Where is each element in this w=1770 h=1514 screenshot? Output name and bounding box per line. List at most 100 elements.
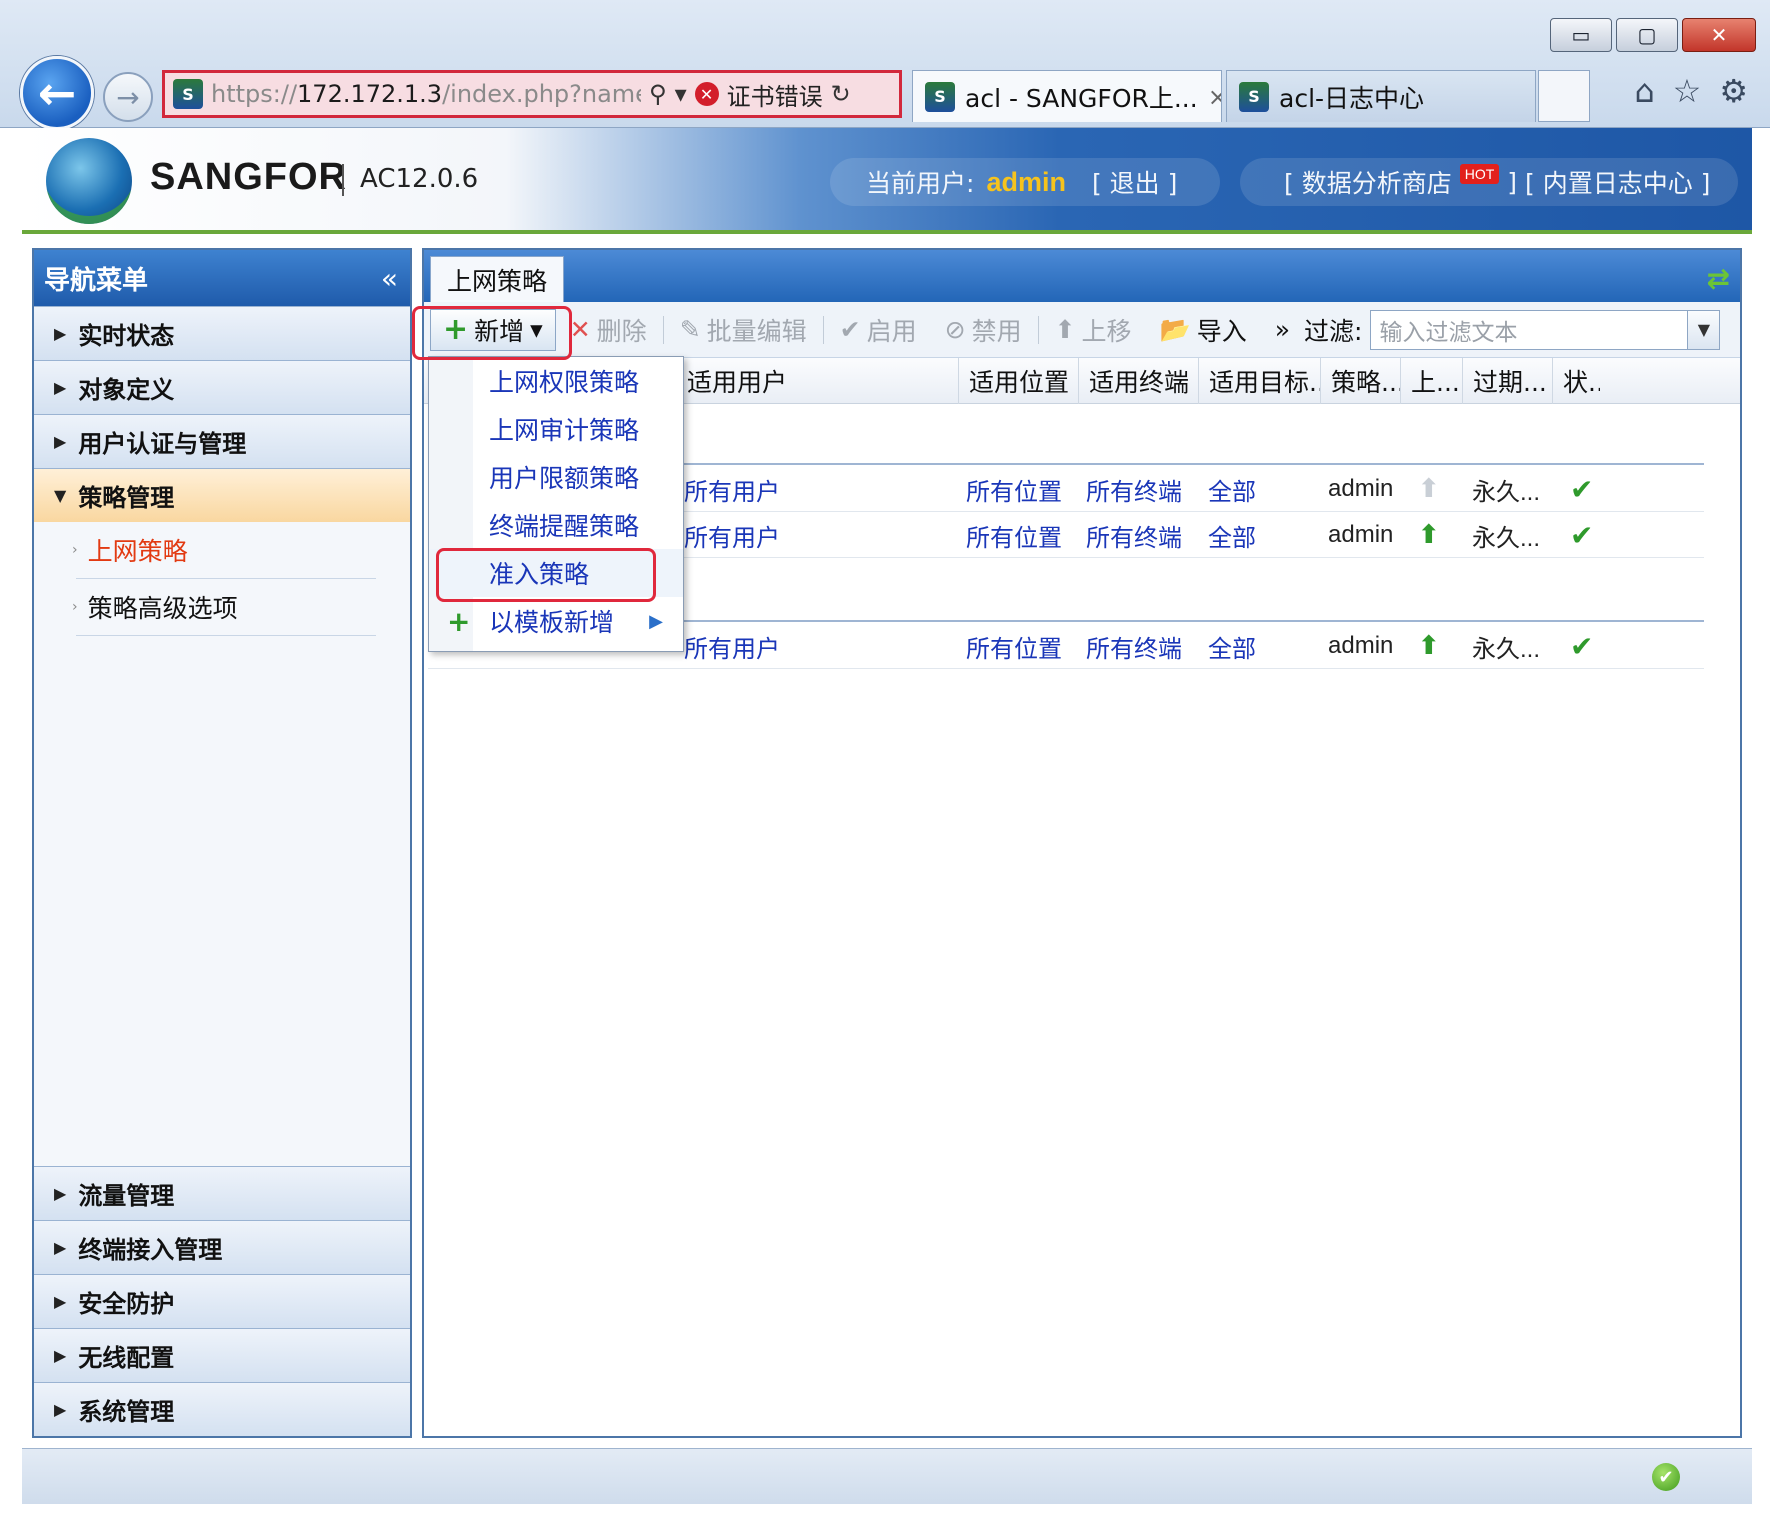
refresh-arrows-icon[interactable]: ⇄: [1707, 262, 1730, 295]
logout-link[interactable]: [ 退出 ]: [1092, 164, 1177, 200]
triangle-right-icon: ▶: [54, 378, 67, 397]
refresh-icon[interactable]: ↻: [831, 80, 851, 108]
cell-move-up[interactable]: ⬆: [1418, 512, 1440, 558]
column-header-policy[interactable]: 策略...: [1320, 358, 1400, 404]
nav-group-policy-management[interactable]: ▼ 策略管理: [34, 468, 410, 522]
nav-group-label: 无线配置: [78, 1344, 175, 1372]
nav-item-internet-policy[interactable]: › 上网策略: [34, 522, 410, 578]
favorites-star-icon[interactable]: ☆: [1673, 72, 1702, 110]
data-shop-link[interactable]: [ 数据分析商店: [1284, 164, 1452, 200]
cert-error-label[interactable]: 证书错误: [727, 77, 823, 112]
close-window-button[interactable]: ✕: [1682, 18, 1756, 52]
menu-item-terminal-reminder-policy[interactable]: 终端提醒策略: [429, 501, 683, 549]
nav-group-user-auth[interactable]: ▶ 用户认证与管理: [34, 414, 410, 468]
cell-terminal[interactable]: 所有终端: [1086, 512, 1182, 558]
check-icon: ✔: [1570, 629, 1594, 663]
nav-title: 导航菜单: [44, 265, 149, 296]
dropdown-caret-icon[interactable]: ▾: [675, 80, 687, 108]
maximize-button[interactable]: ▢: [1616, 18, 1678, 52]
enable-button[interactable]: ✔ 启用: [826, 309, 931, 351]
cell-target[interactable]: 全部: [1208, 512, 1256, 558]
browser-tab-acl[interactable]: S acl - SANGFOR上... ×: [912, 70, 1222, 122]
cell-terminal[interactable]: 所有终端: [1086, 623, 1182, 669]
tab-internet-policy[interactable]: 上网策略: [430, 256, 564, 302]
cell-location[interactable]: 所有位置: [966, 466, 1062, 512]
import-button[interactable]: 📂 导入: [1146, 309, 1261, 351]
column-header-location[interactable]: 适用位置: [958, 358, 1078, 404]
forbid-icon: ⊘: [944, 315, 966, 344]
cell-target[interactable]: 全部: [1208, 623, 1256, 669]
address-bar[interactable]: S https://172.172.1.3/index.php?name_j ⚲…: [162, 70, 902, 118]
menu-item-label: 终端提醒策略: [489, 512, 640, 541]
brand-divider: [342, 164, 344, 196]
cell-terminal[interactable]: 所有终端: [1086, 466, 1182, 512]
column-header-up[interactable]: 上...: [1400, 358, 1462, 404]
pencil-icon: ✎: [679, 315, 701, 344]
cert-error-icon[interactable]: ✕: [694, 82, 719, 106]
nav-group-system[interactable]: ▶ 系统管理: [34, 1382, 410, 1436]
window-controls: ▭ ▢ ✕: [1550, 18, 1756, 52]
home-icon[interactable]: ⌂: [1634, 72, 1654, 110]
column-header-terminal[interactable]: 适用终端: [1078, 358, 1198, 404]
cell-status[interactable]: ✔: [1570, 512, 1593, 558]
cell-status[interactable]: ✔: [1570, 623, 1593, 669]
toolbar-separator: [662, 315, 664, 344]
cell-move-up[interactable]: ⬆: [1418, 623, 1440, 669]
nav-bottom-groups: ▶ 流量管理 ▶ 终端接入管理 ▶ 安全防护 ▶ 无线配置 ▶ 系统管理: [34, 1166, 410, 1436]
menu-item-internet-access-policy[interactable]: 上网权限策略: [429, 357, 683, 405]
column-header-expiry[interactable]: 过期...: [1462, 358, 1552, 404]
triangle-right-icon: ▶: [54, 1184, 67, 1203]
gear-icon[interactable]: ⚙: [1719, 72, 1748, 110]
close-tab-icon[interactable]: ×: [1208, 83, 1221, 111]
log-center-link[interactable]: [ 内置日志中心 ]: [1525, 164, 1710, 200]
back-button[interactable]: ←: [20, 56, 94, 130]
nav-group-traffic[interactable]: ▶ 流量管理: [34, 1166, 410, 1220]
collapse-nav-icon[interactable]: «: [381, 262, 398, 295]
nav-group-label: 安全防护: [78, 1290, 175, 1318]
cell-target[interactable]: 全部: [1208, 466, 1256, 512]
new-tab-button[interactable]: [1538, 70, 1590, 122]
cell-user[interactable]: 所有用户: [684, 512, 780, 558]
column-header-status[interactable]: 状...: [1552, 358, 1600, 404]
menu-item-add-from-template[interactable]: + 以模板新增 ▶: [429, 597, 683, 645]
cell-user[interactable]: 所有用户: [684, 623, 780, 669]
forward-button[interactable]: →: [103, 72, 153, 122]
nav-group-realtime-status[interactable]: ▶ 实时状态: [34, 306, 410, 360]
submenu-arrow-icon: ▶: [649, 610, 663, 632]
nav-group-wireless[interactable]: ▶ 无线配置: [34, 1328, 410, 1382]
menu-item-user-quota-policy[interactable]: 用户限额策略: [429, 453, 683, 501]
cell-user[interactable]: 所有用户: [684, 466, 780, 512]
cell-location[interactable]: 所有位置: [966, 512, 1062, 558]
nav-group-terminal-access[interactable]: ▶ 终端接入管理: [34, 1220, 410, 1274]
disable-button[interactable]: ⊘ 禁用: [931, 309, 1036, 351]
cell-move-up[interactable]: ⬆: [1418, 466, 1440, 512]
column-header-user[interactable]: 适用用户: [676, 358, 958, 404]
filter-dropdown-button[interactable]: ▼: [1688, 309, 1721, 350]
more-button[interactable]: »: [1261, 309, 1304, 351]
move-up-label: 上移: [1081, 316, 1132, 346]
sangfor-globe-logo-icon: [46, 138, 132, 224]
url-text[interactable]: https://172.172.1.3/index.php?name_j: [211, 80, 641, 108]
sangfor-favicon-icon: S: [925, 81, 955, 112]
cell-location[interactable]: 所有位置: [966, 623, 1062, 669]
search-icon[interactable]: ⚲: [649, 80, 667, 108]
status-bar: ✔: [22, 1448, 1752, 1504]
move-up-button[interactable]: ⬆ 上移: [1041, 309, 1146, 351]
nav-item-policy-advanced[interactable]: › 策略高级选项: [34, 579, 410, 635]
batch-edit-button[interactable]: ✎ 批量编辑: [666, 309, 821, 351]
menu-item-internet-audit-policy[interactable]: 上网审计策略: [429, 405, 683, 453]
up-arrow-disabled-icon: ⬆: [1418, 474, 1440, 504]
nav-group-label: 用户认证与管理: [78, 430, 247, 458]
cell-status[interactable]: ✔: [1570, 466, 1593, 512]
browser-tab-log-center[interactable]: S acl-日志中心: [1226, 70, 1536, 122]
up-arrow-icon: ⬆: [1054, 315, 1076, 344]
check-icon: ✔: [1570, 518, 1594, 552]
main-tab-strip: 上网策略 ⇄: [424, 250, 1740, 302]
column-header-target[interactable]: 适用目标...: [1198, 358, 1320, 404]
minimize-button[interactable]: ▭: [1550, 18, 1612, 52]
nav-item-label: 策略高级选项: [87, 594, 238, 623]
filter-input[interactable]: 输入过滤文本: [1370, 309, 1689, 350]
nav-item-label: 上网策略: [87, 537, 188, 566]
nav-group-security[interactable]: ▶ 安全防护: [34, 1274, 410, 1328]
nav-group-object-definition[interactable]: ▶ 对象定义: [34, 360, 410, 414]
